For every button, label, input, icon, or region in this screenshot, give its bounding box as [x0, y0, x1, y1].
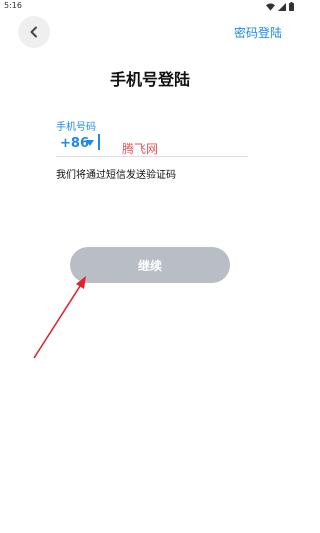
wifi-icon — [266, 2, 275, 11]
status-time: 5:16 — [4, 1, 22, 10]
password-login-link[interactable]: 密码登陆 — [234, 24, 282, 41]
page-title: 手机号登陆 — [109, 70, 190, 89]
battery-icon — [289, 2, 294, 11]
sms-hint: 我们将通过短信发送验证码 — [56, 170, 176, 181]
status-bar: 5:16 — [0, 0, 300, 14]
status-icons — [266, 2, 294, 11]
chevron-left-icon — [30, 26, 37, 38]
caret-down-icon[interactable] — [86, 140, 94, 146]
signal-icon — [278, 2, 286, 11]
watermark-text: 腾飞网 — [122, 142, 159, 156]
phone-field-label: 手机号码 — [56, 122, 96, 133]
back-button[interactable] — [18, 16, 50, 48]
phone-input-row[interactable]: +86 腾飞网 — [56, 132, 248, 157]
continue-button[interactable]: 继续 — [70, 247, 230, 283]
text-cursor — [98, 134, 100, 150]
country-code-selector[interactable]: +86 — [60, 136, 89, 151]
